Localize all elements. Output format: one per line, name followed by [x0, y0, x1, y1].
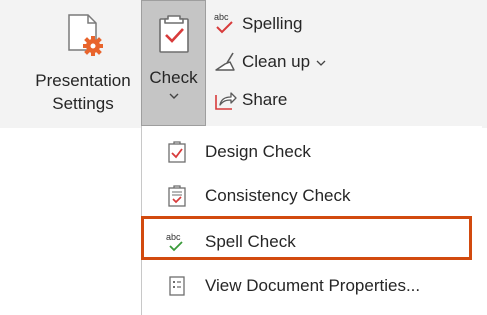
- check-label: Check: [149, 68, 198, 87]
- clean-up-button[interactable]: Clean up: [213, 47, 326, 77]
- chevron-down-icon: [316, 52, 326, 72]
- menu-item-label: Design Check: [205, 142, 311, 161]
- presentation-settings-icon: [60, 12, 106, 63]
- spelling-icon: abc: [213, 11, 241, 37]
- menu-item-label: Consistency Check: [205, 186, 351, 205]
- clean-up-label: Clean up: [242, 52, 311, 71]
- share-label: Share: [242, 90, 288, 109]
- menu-item-label: View Document Properties...: [205, 276, 421, 295]
- menu-item-consistency-check[interactable]: Consistency Check: [142, 176, 482, 216]
- chevron-down-icon: [168, 88, 180, 106]
- presentation-settings-button[interactable]: Presentation Settings: [26, 4, 140, 124]
- menu-item-design-check[interactable]: Design Check: [142, 132, 482, 172]
- check-clipboard-icon: [157, 14, 191, 59]
- clean-up-icon: [213, 49, 241, 75]
- spell-check-highlight: [141, 216, 472, 260]
- menu-item-view-document-properties[interactable]: View Document Properties...: [142, 266, 482, 306]
- consistency-check-icon: [166, 185, 188, 207]
- presentation-settings-label: Presentation Settings: [35, 71, 131, 113]
- svg-text:abc: abc: [214, 12, 229, 22]
- spelling-button[interactable]: abc Spelling: [213, 9, 303, 39]
- share-icon: [213, 87, 241, 113]
- design-check-icon: [166, 141, 188, 163]
- ribbon: Presentation Settings Check abc Spelling: [0, 0, 487, 128]
- share-button[interactable]: Share: [213, 85, 287, 115]
- document-properties-icon: [166, 275, 188, 297]
- spelling-label: Spelling: [242, 14, 303, 33]
- check-button[interactable]: Check: [141, 0, 206, 126]
